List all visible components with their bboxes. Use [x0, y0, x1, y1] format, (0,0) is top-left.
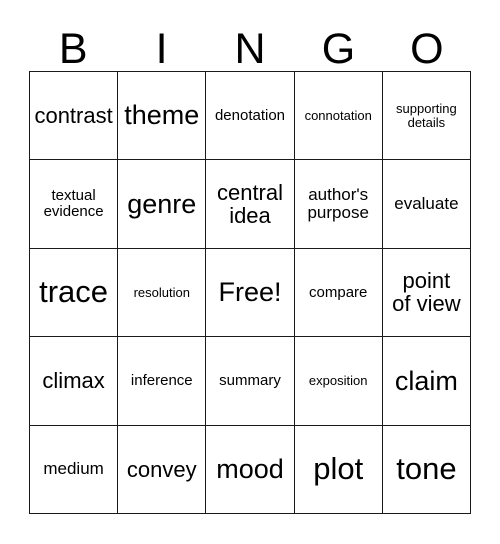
bingo-cell-label: summary [219, 371, 281, 389]
bingo-cell-r1c4[interactable]: connotation [294, 72, 383, 161]
bingo-cell-label: compare [309, 283, 368, 301]
bingo-grid: contrast theme denotation connotation su… [29, 71, 471, 514]
bingo-cell-r2c5[interactable]: evaluate [382, 160, 471, 249]
bingo-cell-r3c2[interactable]: resolution [118, 248, 207, 338]
bingo-cell-r5c5[interactable]: tone [382, 425, 471, 514]
bingo-cell-r5c4[interactable]: plot [294, 425, 383, 514]
bingo-cell-r1c5[interactable]: supporting details [382, 72, 471, 161]
bingo-cell-label: plot [313, 450, 364, 486]
bingo-cell-label: supporting details [396, 100, 457, 130]
bingo-cell-label: genre [127, 188, 197, 219]
bingo-header-letter-i: I [155, 25, 168, 73]
bingo-header-row: B I N G O [29, 22, 471, 71]
bingo-cell-label: inference [130, 371, 193, 389]
bingo-cell-label: point of view [392, 268, 461, 317]
bingo-cell-label: climax [42, 368, 105, 394]
bingo-cell-label: denotation [214, 106, 286, 124]
bingo-cell-label: connotation [304, 107, 372, 123]
bingo-cell-label: mood [216, 453, 284, 484]
bingo-cell-r2c1[interactable]: textual evidence [30, 160, 119, 249]
bingo-cell-r4c3[interactable]: summary [206, 337, 295, 426]
bingo-header-letter-n: N [234, 25, 266, 73]
bingo-header-letter-g: G [321, 25, 356, 73]
bingo-cell-r5c1[interactable]: medium [30, 425, 119, 514]
bingo-cell-r4c4[interactable]: exposition [294, 337, 383, 426]
bingo-cell-r1c2[interactable]: theme [118, 72, 207, 161]
bingo-cell-label: central idea [216, 179, 284, 229]
bingo-cell-label: theme [124, 100, 200, 131]
bingo-free-space-label: Free! [218, 277, 282, 308]
bingo-cell-r1c1[interactable]: contrast [30, 72, 119, 161]
bingo-cell-label: tone [396, 450, 457, 486]
bingo-card: B I N G O contrast theme denotation conn… [0, 0, 500, 544]
bingo-cell-r3c5[interactable]: point of view [382, 248, 471, 338]
bingo-cell-r4c2[interactable]: inference [118, 337, 207, 426]
bingo-cell-r2c2[interactable]: genre [118, 160, 207, 249]
bingo-cell-r2c4[interactable]: author's purpose [294, 160, 383, 249]
bingo-cell-r4c1[interactable]: climax [30, 337, 119, 426]
bingo-cell-r3c1[interactable]: trace [30, 248, 119, 338]
bingo-header-letter-b: B [58, 25, 88, 73]
bingo-cell-r3c4[interactable]: compare [294, 248, 383, 338]
bingo-cell-label: trace [39, 274, 109, 310]
bingo-cell-label: convey [126, 456, 197, 482]
bingo-cell-r4c5[interactable]: claim [382, 337, 471, 426]
bingo-cell-free-space[interactable]: Free! [206, 248, 295, 338]
bingo-cell-label: medium [43, 459, 104, 479]
bingo-cell-r1c3[interactable]: denotation [206, 72, 295, 161]
bingo-cell-r5c2[interactable]: convey [118, 425, 207, 514]
bingo-cell-label: exposition [308, 373, 368, 388]
bingo-header-letter-o: O [410, 25, 444, 73]
bingo-cell-r5c3[interactable]: mood [206, 425, 295, 514]
bingo-cell-label: evaluate [394, 194, 459, 214]
bingo-cell-label: resolution [133, 284, 190, 300]
bingo-cell-label: claim [394, 365, 458, 396]
bingo-cell-label: contrast [34, 103, 113, 129]
bingo-cell-label: textual evidence [43, 187, 104, 221]
bingo-cell-label: author's purpose [307, 185, 369, 223]
bingo-cell-r2c3[interactable]: central idea [206, 160, 295, 249]
